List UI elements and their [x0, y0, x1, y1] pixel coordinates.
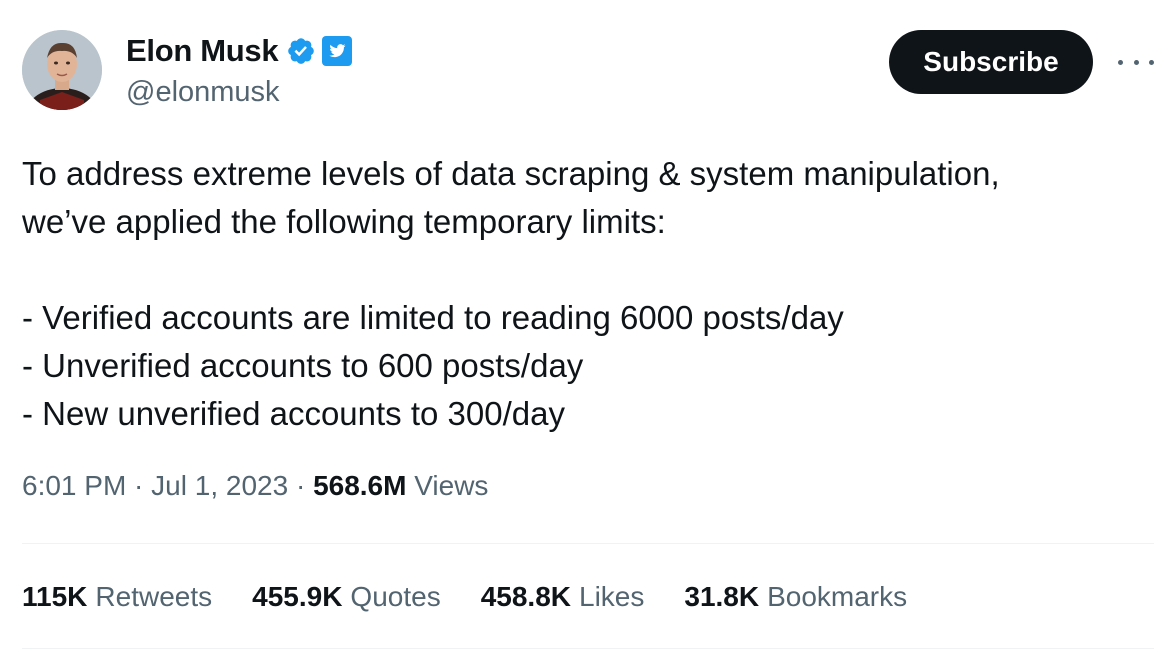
stat-quotes[interactable]: 455.9K Quotes	[252, 581, 441, 613]
more-dot	[1118, 59, 1123, 65]
meta-separator: ·	[126, 470, 152, 501]
twitter-logo-icon[interactable]	[322, 36, 353, 66]
more-dot	[1133, 59, 1139, 65]
tweet-header: Elon Musk @elonmusk Subscribe	[22, 30, 1162, 112]
tweet-text: To address extreme levels of data scrapi…	[22, 150, 1142, 438]
stat-bookmarks[interactable]: 31.8K Bookmarks	[684, 581, 907, 613]
author-info: Elon Musk @elonmusk	[126, 32, 353, 109]
tweet-line: - Verified accounts are limited to readi…	[22, 299, 844, 336]
author-handle[interactable]: @elonmusk	[126, 76, 352, 109]
name-row: Elon Musk	[126, 32, 353, 70]
tweet-line: - New unverified accounts to 300/day	[22, 395, 565, 432]
more-horizontal-icon[interactable]	[1118, 50, 1154, 74]
avatar[interactable]	[22, 30, 102, 110]
tweet-line: we’ve applied the following temporary li…	[22, 203, 666, 240]
tweet-line: - Unverified accounts to 600 posts/day	[22, 347, 584, 384]
stat-label: Likes	[579, 581, 645, 612]
stat-count: 455.9K	[252, 581, 343, 612]
divider	[22, 648, 1154, 649]
stat-label: Quotes	[350, 581, 441, 612]
views-label-space	[406, 470, 414, 502]
verified-badge-icon[interactable]	[286, 36, 316, 66]
more-dot	[1149, 59, 1154, 65]
tweet-time[interactable]: 6:01 PM	[22, 470, 126, 502]
tweet-line: To address extreme levels of data scrapi…	[22, 155, 1000, 192]
stat-count: 31.8K	[684, 581, 760, 612]
stat-count: 458.8K	[480, 581, 571, 612]
engagement-stats: 115K Retweets 455.9K Quotes 458.8K Likes…	[22, 577, 947, 617]
views-count[interactable]: 568.6M	[313, 470, 406, 502]
subscribe-button[interactable]: Subscribe	[889, 30, 1093, 94]
tweet-meta: 6:01 PM · Jul 1, 2023 · 568.6M Views	[22, 470, 488, 502]
tweet-card: Elon Musk @elonmusk Subscribe To address…	[0, 0, 1176, 666]
stat-count: 115K	[22, 581, 88, 612]
meta-separator: ·	[288, 470, 314, 501]
stat-retweets[interactable]: 115K Retweets	[22, 581, 212, 613]
tweet-date[interactable]: Jul 1, 2023	[151, 470, 288, 502]
avatar-image	[22, 30, 102, 110]
stat-label: Bookmarks	[767, 581, 908, 612]
stat-label: Retweets	[95, 581, 213, 612]
stat-likes[interactable]: 458.8K Likes	[481, 581, 645, 613]
divider	[22, 543, 1154, 544]
views-label[interactable]: Views	[414, 470, 488, 502]
display-name[interactable]: Elon Musk	[126, 33, 279, 69]
